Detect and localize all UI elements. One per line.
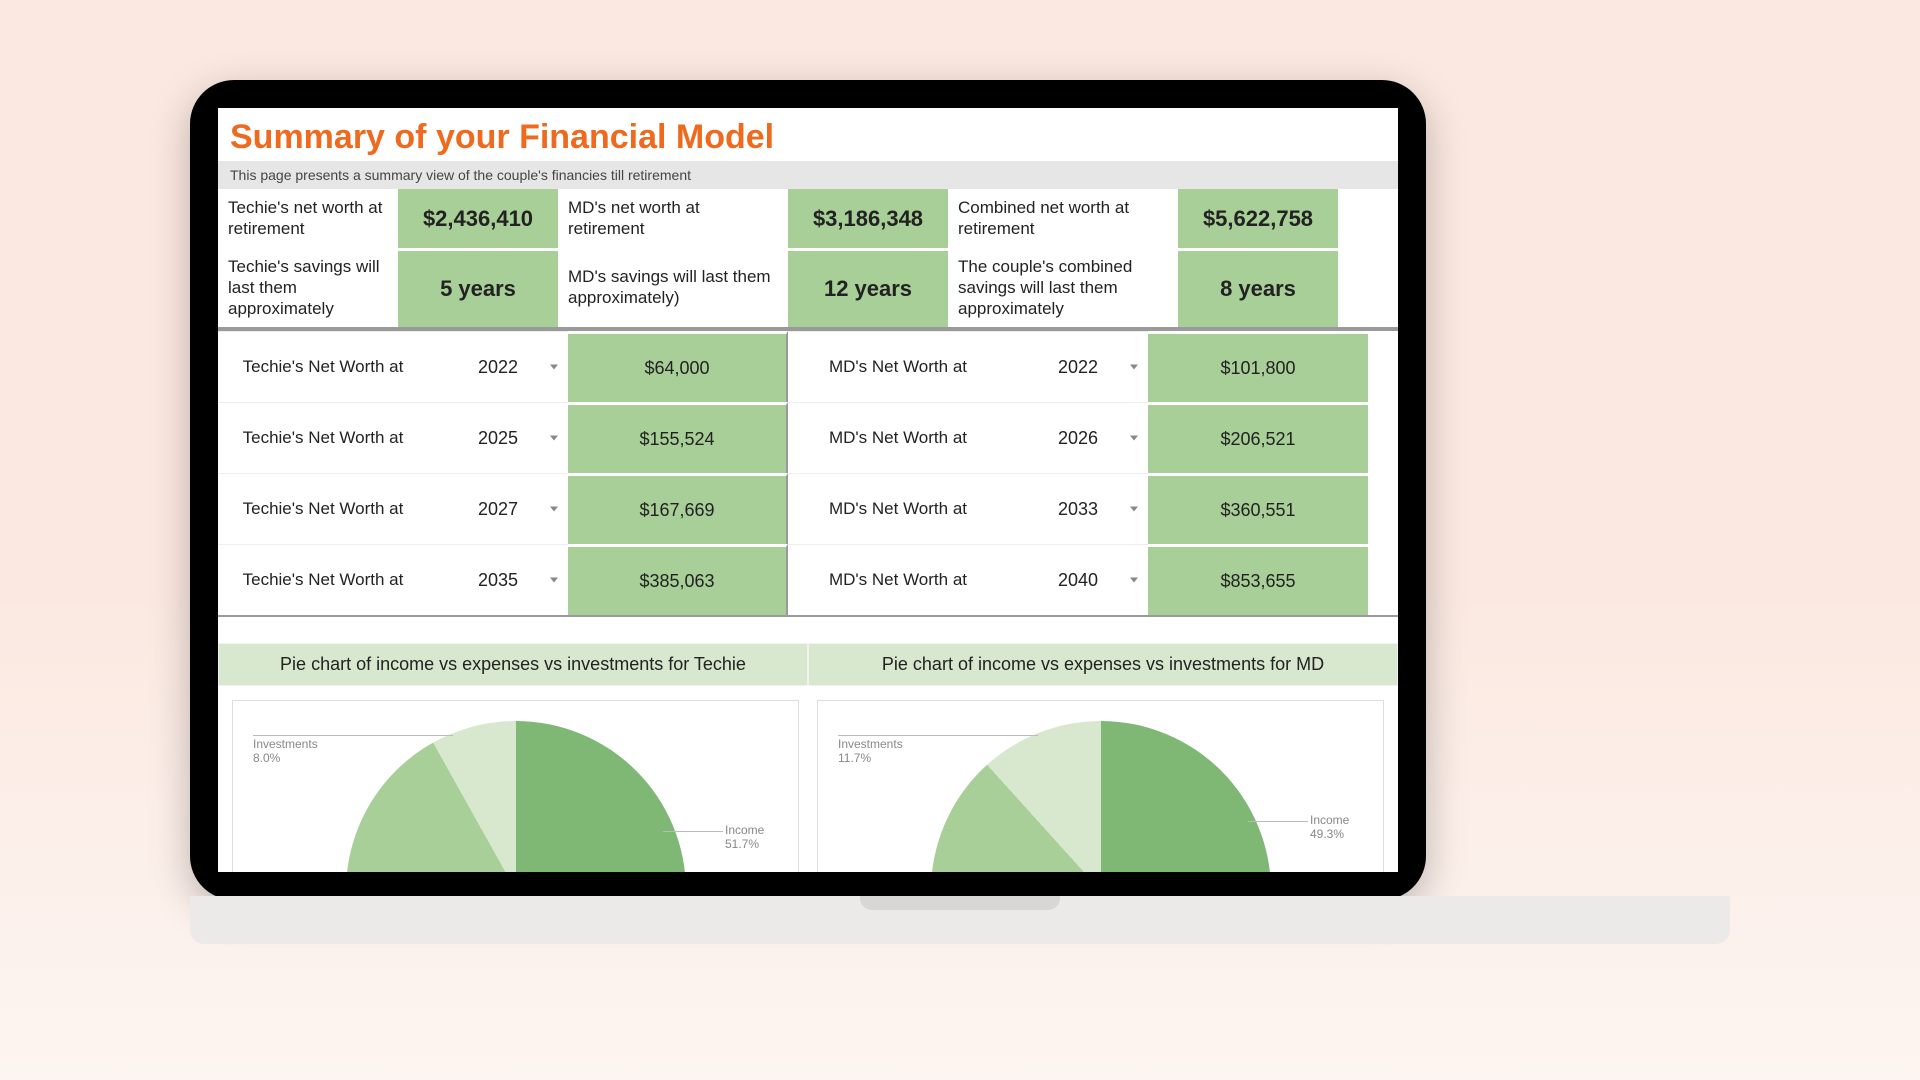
spreadsheet: Summary of your Financial Model This pag… [218, 108, 1398, 872]
kpi-label-md-years: MD's savings will last them approximatel… [558, 248, 788, 328]
techie-row-label: Techie's Net Worth at [218, 402, 428, 473]
techie-row-label: Techie's Net Worth at [218, 473, 428, 544]
kpi-label-combined-years: The couple's combined savings will last … [948, 248, 1178, 328]
techie-year-dropdown[interactable]: 2022 [428, 331, 568, 402]
kpi-summary: Techie's net worth at retirement $2,436,… [218, 189, 1398, 329]
md-year-dropdown[interactable]: 2040 [1008, 544, 1148, 615]
kpi-value-md-years: 12 years [788, 248, 948, 328]
techie-row-label: Techie's Net Worth at [218, 331, 428, 402]
md-row-label: MD's Net Worth at [788, 402, 1008, 473]
laptop-mockup: Summary of your Financial Model This pag… [190, 80, 1730, 944]
pie-chart-md: Investments 11.7% Expense 39.0% Income 4… [817, 700, 1384, 872]
kpi-label-md-networth: MD's net worth at retirement [558, 189, 788, 248]
leader-line [838, 735, 1038, 736]
techie-year-dropdown[interactable]: 2035 [428, 544, 568, 615]
chart-title-techie: Pie chart of income vs expenses vs inves… [218, 643, 808, 686]
md-year-dropdown[interactable]: 2026 [1008, 402, 1148, 473]
md-amount-cell: $360,551 [1148, 473, 1368, 544]
techie-year-dropdown[interactable]: 2025 [428, 402, 568, 473]
kpi-value-md-networth: $3,186,348 [788, 189, 948, 248]
techie-amount-cell: $385,063 [568, 544, 788, 615]
md-amount-cell: $206,521 [1148, 402, 1368, 473]
techie-year-dropdown[interactable]: 2027 [428, 473, 568, 544]
pie-chart-techie: Investments 8.0% Expense 40.2% Income 51… [232, 700, 799, 872]
kpi-value-combined-networth: $5,622,758 [1178, 189, 1338, 248]
chart-row: Investments 8.0% Expense 40.2% Income 51… [218, 686, 1398, 872]
laptop-bezel: Summary of your Financial Model This pag… [190, 80, 1426, 900]
chart-title-md: Pie chart of income vs expenses vs inves… [808, 643, 1398, 686]
techie-amount-cell: $167,669 [568, 473, 788, 544]
md-amount-cell: $853,655 [1148, 544, 1368, 615]
techie-row-label: Techie's Net Worth at [218, 544, 428, 615]
page-title: Summary of your Financial Model [218, 108, 1398, 161]
laptop-base [190, 896, 1730, 944]
kpi-label-combined-networth: Combined net worth at retirement [948, 189, 1178, 248]
kpi-value-techie-years: 5 years [398, 248, 558, 328]
md-year-dropdown[interactable]: 2022 [1008, 331, 1148, 402]
pie-label-investments: Investments 11.7% [838, 737, 903, 765]
md-year-dropdown[interactable]: 2033 [1008, 473, 1148, 544]
techie-amount-cell: $64,000 [568, 331, 788, 402]
laptop-screen: Summary of your Financial Model This pag… [218, 108, 1398, 872]
leader-line [253, 735, 453, 736]
laptop-notch [860, 896, 1060, 910]
chart-header-row: Pie chart of income vs expenses vs inves… [218, 643, 1398, 686]
pie-label-income: Income 51.7% [725, 823, 764, 851]
md-row-label: MD's Net Worth at [788, 473, 1008, 544]
leader-line [663, 831, 723, 832]
techie-amount-cell: $155,524 [568, 402, 788, 473]
pie-graphic [346, 721, 686, 872]
md-row-label: MD's Net Worth at [788, 544, 1008, 615]
pie-graphic [931, 721, 1271, 872]
page-subtitle: This page presents a summary view of the… [218, 161, 1398, 189]
leader-line [1248, 821, 1308, 822]
kpi-value-techie-networth: $2,436,410 [398, 189, 558, 248]
md-row-label: MD's Net Worth at [788, 331, 1008, 402]
md-amount-cell: $101,800 [1148, 331, 1368, 402]
kpi-label-techie-years: Techie's savings will last them approxim… [218, 248, 398, 328]
pie-label-income: Income 49.3% [1310, 813, 1349, 841]
net-worth-lookup-table: Techie's Net Worth at 2022 $64,000 MD's … [218, 329, 1398, 617]
pie-label-investments: Investments 8.0% [253, 737, 318, 765]
kpi-label-techie-networth: Techie's net worth at retirement [218, 189, 398, 248]
kpi-value-combined-years: 8 years [1178, 248, 1338, 328]
